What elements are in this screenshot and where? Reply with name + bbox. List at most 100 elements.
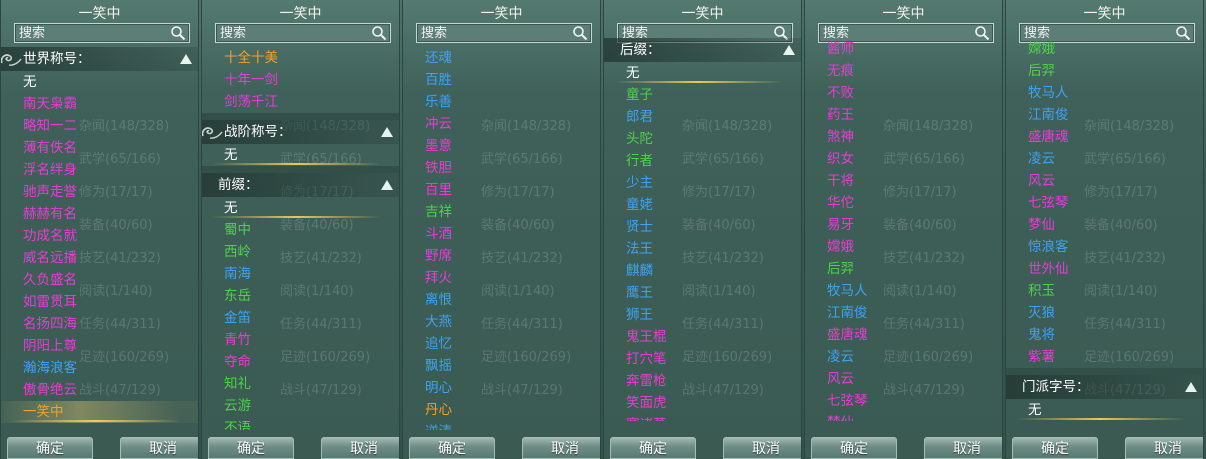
- section-header[interactable]: 门派字号：: [1006, 375, 1203, 399]
- title-list[interactable]: 十全十美 十年一剑 剑荡千江 战阶称号：无前缀：无蜀中 西岭 南海 东岳 金笛 青竹 夺命 知礼 云游…: [202, 47, 399, 430]
- title-option[interactable]: 飘摇: [403, 355, 600, 377]
- title-option[interactable]: 盛唐魂: [1006, 126, 1203, 148]
- section-header[interactable]: 后缀：: [604, 38, 801, 62]
- title-option[interactable]: 一笑中: [1, 401, 198, 423]
- title-option[interactable]: 煞神: [805, 126, 1002, 148]
- title-option[interactable]: 奔雷枪: [604, 370, 801, 392]
- title-option[interactable]: 不败: [805, 82, 1002, 104]
- title-option[interactable]: 积玉: [1006, 280, 1203, 302]
- collapse-arrow-icon[interactable]: [180, 54, 192, 64]
- title-option[interactable]: 牧马人: [1006, 82, 1203, 104]
- section-header[interactable]: 战阶称号：: [202, 120, 399, 144]
- title-option[interactable]: 薄有佚名: [1, 137, 198, 159]
- title-option[interactable]: 瀚海浪客: [1, 357, 198, 379]
- cancel-button[interactable]: 取消: [723, 437, 801, 459]
- title-option[interactable]: 无: [1, 71, 198, 93]
- title-option[interactable]: 功成名就: [1, 225, 198, 247]
- title-option[interactable]: 拜火: [403, 267, 600, 289]
- title-option[interactable]: 金笛: [202, 307, 399, 329]
- title-option[interactable]: 鬼王棍: [604, 326, 801, 348]
- collapse-arrow-icon[interactable]: [1185, 382, 1197, 392]
- title-option[interactable]: 冲云: [403, 113, 600, 135]
- title-option[interactable]: 嫦娥: [805, 236, 1002, 258]
- title-option[interactable]: 易牙: [805, 214, 1002, 236]
- section-header[interactable]: 前缀：: [202, 173, 399, 197]
- search-input[interactable]: [417, 24, 571, 42]
- confirm-button[interactable]: 确定: [811, 437, 897, 459]
- title-option[interactable]: 法王: [604, 238, 801, 260]
- title-option[interactable]: 乐善: [403, 91, 600, 113]
- cancel-button[interactable]: 取消: [924, 437, 1002, 459]
- confirm-button[interactable]: 确定: [409, 437, 495, 459]
- title-option[interactable]: 浮名绊身: [1, 159, 198, 181]
- search-input[interactable]: [15, 24, 169, 42]
- title-option[interactable]: 不语: [202, 417, 399, 430]
- title-option[interactable]: 南天枭霸: [1, 93, 198, 115]
- title-list[interactable]: 酱师无痕不败药王煞神织女干将华佗易牙嫦娥后羿牧马人江南俊盛唐魂凌云风云七弦琴梦仙…: [805, 38, 1002, 421]
- title-option[interactable]: 墨意: [403, 135, 600, 157]
- collapse-arrow-icon[interactable]: [381, 180, 393, 190]
- title-option[interactable]: 鬼将: [1006, 324, 1203, 346]
- title-option[interactable]: 知礼: [202, 373, 399, 395]
- title-option[interactable]: 风云: [805, 368, 1002, 390]
- title-option[interactable]: 麒麟: [604, 260, 801, 282]
- title-option[interactable]: 阴阳上尊: [1, 335, 198, 357]
- title-option[interactable]: 傲骨绝云: [1, 379, 198, 401]
- title-option[interactable]: 吉祥: [403, 201, 600, 223]
- title-option[interactable]: 七弦琴: [805, 390, 1002, 412]
- cancel-button[interactable]: 取消: [120, 437, 198, 459]
- confirm-button[interactable]: 确定: [1012, 437, 1098, 459]
- title-option[interactable]: 夺命: [202, 351, 399, 373]
- confirm-button[interactable]: 确定: [208, 437, 294, 459]
- title-option[interactable]: 药王: [805, 104, 1002, 126]
- search-icon[interactable]: [170, 25, 186, 41]
- confirm-button[interactable]: 确定: [7, 437, 93, 459]
- title-option[interactable]: 无: [202, 197, 399, 219]
- title-option[interactable]: 后羿: [805, 258, 1002, 280]
- title-option[interactable]: 追忆: [403, 333, 600, 355]
- title-option[interactable]: 无: [202, 144, 399, 166]
- title-option[interactable]: 行者: [604, 150, 801, 172]
- title-option[interactable]: 铁胆: [403, 157, 600, 179]
- title-option[interactable]: 嫦娥: [1006, 38, 1203, 60]
- title-option[interactable]: 无: [604, 62, 801, 84]
- title-option[interactable]: 风云: [1006, 170, 1203, 192]
- title-option[interactable]: 酱师: [805, 38, 1002, 60]
- title-option[interactable]: 头陀: [604, 128, 801, 150]
- title-option[interactable]: 华佗: [805, 192, 1002, 214]
- title-option[interactable]: 江南俊: [1006, 104, 1203, 126]
- title-option[interactable]: 无: [1006, 399, 1203, 421]
- title-option[interactable]: 名扬四海: [1, 313, 198, 335]
- title-option[interactable]: 织女: [805, 148, 1002, 170]
- title-option[interactable]: 狮王: [604, 304, 801, 326]
- title-option[interactable]: 东岳: [202, 285, 399, 307]
- title-option[interactable]: 百里: [403, 179, 600, 201]
- title-option[interactable]: 梦仙: [805, 412, 1002, 421]
- search-icon[interactable]: [572, 25, 588, 41]
- title-option[interactable]: 打穴笔: [604, 348, 801, 370]
- title-option[interactable]: 蜀中: [202, 219, 399, 241]
- title-option[interactable]: 梦仙: [1006, 214, 1203, 236]
- title-option[interactable]: 郎君: [604, 106, 801, 128]
- title-option[interactable]: 丹心: [403, 399, 600, 421]
- title-option[interactable]: 少主: [604, 172, 801, 194]
- title-option[interactable]: 赫赫有名: [1, 203, 198, 225]
- title-option[interactable]: 离恨: [403, 289, 600, 311]
- title-option[interactable]: 世外仙: [1006, 258, 1203, 280]
- title-option[interactable]: 逆涛: [403, 421, 600, 430]
- title-list[interactable]: 还魂百胜乐善冲云墨意铁胆百里吉祥斗酒野席拜火离恨大燕追忆飘摇明心丹心逆涛后缀：: [403, 47, 600, 430]
- title-option[interactable]: 赛诸葛: [604, 414, 801, 421]
- search-icon[interactable]: [371, 25, 387, 41]
- title-option[interactable]: 还魂: [403, 47, 600, 69]
- title-option[interactable]: 十全十美: [202, 47, 399, 69]
- title-option[interactable]: 大燕: [403, 311, 600, 333]
- title-option[interactable]: 江南俊: [805, 302, 1002, 324]
- title-option[interactable]: 凌云: [805, 346, 1002, 368]
- title-option[interactable]: 贤士: [604, 216, 801, 238]
- collapse-arrow-icon[interactable]: [783, 45, 795, 55]
- title-option[interactable]: 干将: [805, 170, 1002, 192]
- title-option[interactable]: 无痕: [805, 60, 1002, 82]
- title-option[interactable]: 七弦琴: [1006, 192, 1203, 214]
- search-input[interactable]: [216, 24, 370, 42]
- cancel-button[interactable]: 取消: [522, 437, 600, 459]
